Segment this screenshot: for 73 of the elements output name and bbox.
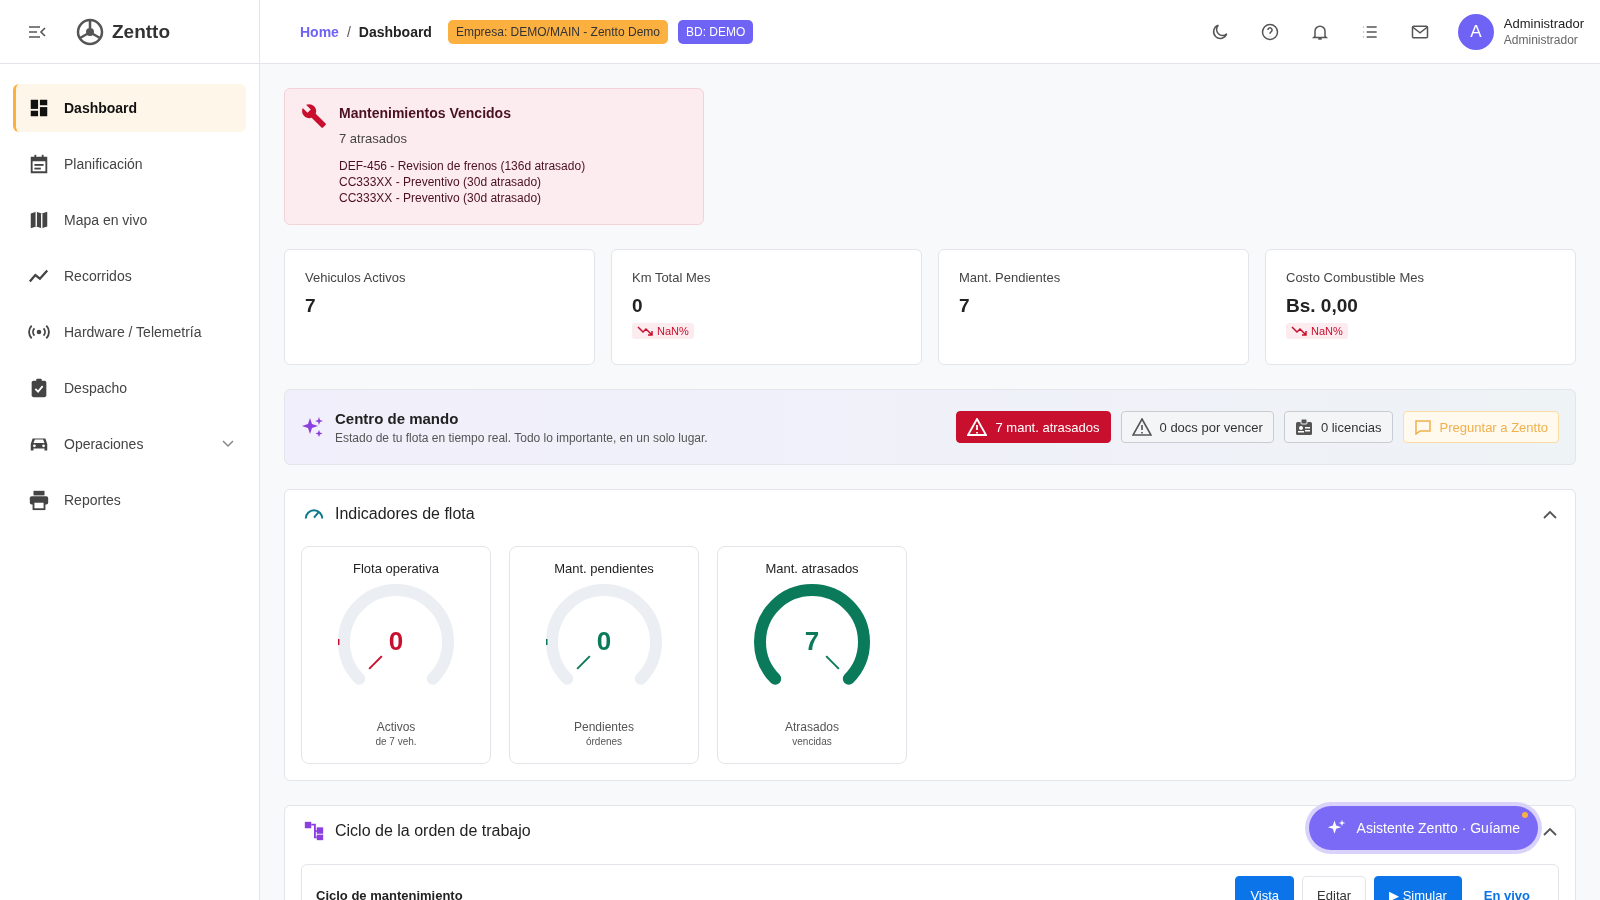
badge: BD: DEMO [677,19,754,44]
kpi-value: 7 [305,295,316,317]
gauge-title: Flota operativa [353,561,439,576]
kpi-label: Km Total Mes [632,270,711,285]
gauge-value: 0 [388,626,404,656]
view-toggle[interactable]: Editar [1302,876,1367,900]
gauge-value: 0 [596,626,612,656]
dashboard-icon [28,97,50,119]
gauge-note: vencidas [792,736,832,747]
status-chip[interactable]: 7 mant. atrasados [956,411,1111,443]
collapse-chevron-icon[interactable] [1543,826,1557,836]
trend-badge: NaN% [1286,323,1348,339]
user-role: Administrador [1503,31,1579,49]
wrench-icon [301,103,327,129]
panel-title: Indicadores de flota [335,505,475,523]
trend-badge: NaN% [632,323,694,339]
view-toggle[interactable]: Vista [1235,876,1295,900]
breadcrumb-current: Dashboard [358,23,432,40]
sidebar-item[interactable]: Planificación [13,140,246,188]
sidebar-item[interactable]: Recorridos [13,252,246,300]
status-chip[interactable]: 0 licencias [1283,411,1393,443]
status-chip[interactable]: 0 docs por vencer [1120,411,1274,443]
kpi-value: Bs. 0,00 [1286,295,1358,317]
sidebar-item[interactable]: Dashboard [13,84,246,132]
sidebar-item[interactable]: Mapa en vivo [13,196,246,244]
flow-icon [303,820,325,842]
help-icon[interactable] [1259,21,1280,42]
avatar[interactable]: A [1457,13,1494,50]
alert-item: CC333XX - Preventivo (30d atrasado) [339,174,543,190]
chat-icon [1413,419,1432,435]
warning-icon [967,418,988,436]
card-title: Ciclo de mantenimiento [316,887,464,900]
sidebar-item[interactable]: Operaciones [13,420,246,468]
breadcrumb-separator: / [346,23,351,40]
sidebar-item[interactable]: Reportes [13,476,246,524]
alert-count: 7 atrasados [339,131,408,146]
badge: Empresa: DEMO/MAIN - Zentto Demo [447,19,668,44]
brand-name: Zentto [112,20,171,43]
gauge-title: Mant. atrasados [765,561,859,576]
panel-subtitle: Estado de tu flota en tiempo real. Todo lo importante, en un solo lugar. [335,430,709,445]
alert-item: DEF-456 - Revision de frenos (136d atrasado) [339,158,586,174]
gauge-label: Activos [376,720,416,734]
warning-icon [1131,418,1152,436]
id-badge-icon [1294,418,1313,436]
user-name: Administrador [1503,14,1584,32]
gauge-label: Pendientes [573,720,634,734]
panel-title: Centro de mando [335,409,460,427]
calendar-icon [28,153,50,175]
breadcrumb-link[interactable]: Home [300,23,339,40]
logo-icon [76,17,104,46]
sparkle-icon [301,415,325,439]
sidebar-item[interactable]: Despacho [13,364,246,412]
kpi-value: 7 [959,295,970,317]
panel-title: Ciclo de la orden de trabajo [335,822,531,840]
button[interactable]: En vivo [1469,876,1544,900]
gauge-note: órdenes [585,736,623,747]
alert-item: CC333XX - Preventivo (30d atrasado) [339,190,543,206]
kpi-value: 0 [632,295,643,317]
notification-dot [1522,812,1528,818]
kpi-label: Vehiculos Activos [305,270,406,285]
kpi-label: Mant. Pendientes [959,270,1061,285]
gauge-label: Atrasados [785,720,839,734]
collapse-chevron-icon[interactable] [1543,509,1557,519]
menu-collapse-icon[interactable] [28,24,46,39]
gauge-note: de 7 veh. [375,736,417,747]
gauge-value: 7 [804,626,820,656]
kpi-label: Costo Combustible Mes [1286,270,1424,285]
printer-icon [28,489,50,511]
gauge-title: Mant. pendientes [554,561,654,576]
sidebar-item[interactable]: Hardware / Telemetría [13,308,246,356]
chevron-icon[interactable] [222,440,234,448]
alert-title: Mantenimientos Vencidos [339,105,512,121]
map-icon [28,209,50,231]
